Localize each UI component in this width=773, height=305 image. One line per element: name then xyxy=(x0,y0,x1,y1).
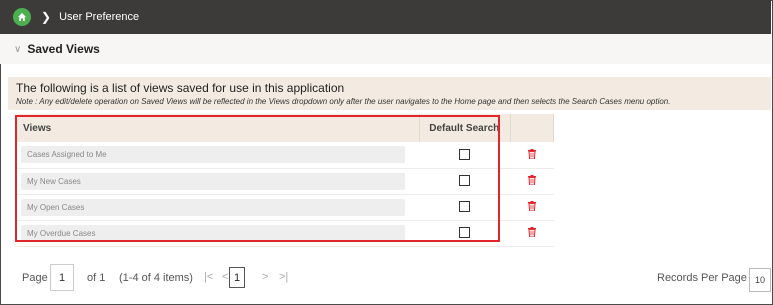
saved-views-table: Views Default Search Cases Assigned to M… xyxy=(17,114,555,247)
records-per-page-select[interactable]: 10 xyxy=(749,268,771,292)
records-per-page-label: Records Per Page xyxy=(657,272,747,284)
last-page-icon[interactable]: >| xyxy=(279,271,288,283)
table-row: My Open Cases xyxy=(17,194,554,220)
default-search-checkbox[interactable] xyxy=(459,175,471,187)
trash-icon[interactable] xyxy=(527,175,536,186)
first-page-icon[interactable]: |< xyxy=(204,271,213,283)
view-name[interactable]: Cases Assigned to Me xyxy=(21,146,405,164)
default-search-checkbox[interactable] xyxy=(459,149,471,161)
home-icon xyxy=(18,13,26,21)
section-title: Saved Views xyxy=(27,42,100,56)
next-page-icon[interactable]: > xyxy=(262,271,268,283)
table-header-row: Views Default Search xyxy=(17,114,555,142)
saved-views-header[interactable]: ∨ Saved Views xyxy=(0,34,771,64)
default-search-checkbox[interactable] xyxy=(459,201,471,213)
breadcrumb-chevron-icon: ❯ xyxy=(41,10,52,24)
page-total: of 1 xyxy=(87,272,106,284)
trash-icon[interactable] xyxy=(527,227,536,238)
info-note: Note : Any edit/delete operation on Save… xyxy=(16,97,671,106)
home-button[interactable] xyxy=(13,8,31,26)
info-banner: The following is a list of views saved f… xyxy=(8,77,771,110)
info-text: The following is a list of views saved f… xyxy=(16,81,345,95)
items-range: (1-4 of 4 items) xyxy=(119,272,193,284)
view-name[interactable]: My New Cases xyxy=(21,172,405,190)
current-page-button[interactable]: 1 xyxy=(229,267,245,288)
trash-icon[interactable] xyxy=(527,148,536,160)
chevron-down-icon[interactable]: ∨ xyxy=(14,44,21,55)
page-number-input[interactable]: 1 xyxy=(50,264,74,291)
top-bar: ❯ User Preference xyxy=(0,0,771,34)
view-name[interactable]: My Open Cases xyxy=(21,198,405,216)
table-row: Cases Assigned to Me xyxy=(17,142,554,168)
table-row: My New Cases xyxy=(17,168,554,194)
table-row: My Overdue Cases xyxy=(17,220,554,246)
view-name[interactable]: My Overdue Cases xyxy=(21,224,405,242)
prev-page-icon[interactable]: < xyxy=(222,271,228,283)
default-search-checkbox[interactable] xyxy=(459,227,471,239)
default-search-column-header: Default Search xyxy=(419,114,511,142)
pagination-bar: Page 1 of 1 (1-4 of 4 items) |< < 1 > >|… xyxy=(0,258,771,298)
actions-column-header xyxy=(510,114,555,142)
trash-icon[interactable] xyxy=(527,201,536,212)
page-label: Page xyxy=(22,272,48,284)
breadcrumb-current: User Preference xyxy=(59,11,140,23)
views-column-header: Views xyxy=(17,114,420,142)
